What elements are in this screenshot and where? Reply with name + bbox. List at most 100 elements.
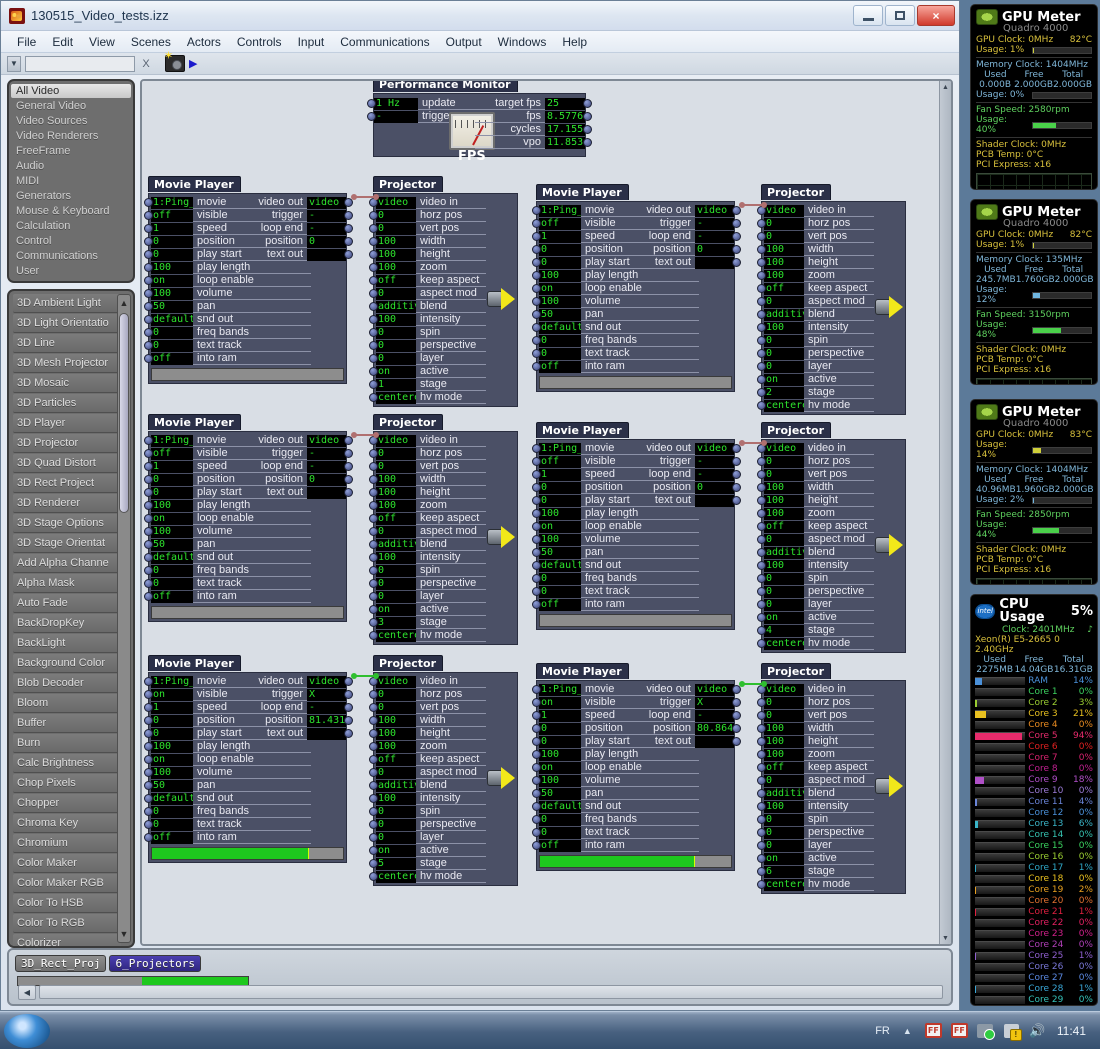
- parameter-value[interactable]: 5: [376, 857, 416, 870]
- parameter-value[interactable]: off: [151, 352, 193, 365]
- playback-progress-bar[interactable]: [539, 614, 732, 627]
- input-pin[interactable]: [369, 449, 378, 458]
- input-pin[interactable]: [144, 820, 153, 829]
- parameter-value[interactable]: video: [764, 442, 804, 455]
- parameter-value[interactable]: 100: [764, 800, 804, 813]
- parameter-value[interactable]: 0: [764, 334, 804, 347]
- menu-item-actors[interactable]: Actors: [179, 33, 229, 51]
- input-pin[interactable]: [367, 112, 376, 121]
- input-pin[interactable]: [144, 794, 153, 803]
- close-button[interactable]: ×: [917, 5, 955, 26]
- input-pin[interactable]: [757, 750, 766, 759]
- input-pin[interactable]: [369, 618, 378, 627]
- parameter-value[interactable]: 1: [151, 701, 193, 714]
- action-center-icon[interactable]: [1003, 1022, 1022, 1041]
- input-pin[interactable]: [532, 496, 541, 505]
- input-pin[interactable]: [369, 579, 378, 588]
- parameter-value[interactable]: 1:Ping_: [151, 434, 193, 447]
- menu-item-view[interactable]: View: [81, 33, 123, 51]
- parameter-value[interactable]: centere: [376, 870, 416, 883]
- category-item-video-sources[interactable]: Video Sources: [11, 114, 131, 128]
- maximize-button[interactable]: [885, 5, 915, 26]
- menu-item-edit[interactable]: Edit: [44, 33, 81, 51]
- input-pin[interactable]: [757, 776, 766, 785]
- search-input[interactable]: [25, 55, 135, 72]
- input-pin[interactable]: [369, 859, 378, 868]
- output-pin[interactable]: [732, 245, 741, 254]
- input-pin[interactable]: [757, 245, 766, 254]
- canvas-vertical-scrollbar[interactable]: ▲ ▼: [939, 81, 951, 944]
- scene-canvas[interactable]: Performance Monitor 1 Hz update - trigger FPS…: [142, 81, 951, 944]
- input-pin[interactable]: [144, 237, 153, 246]
- parameter-value[interactable]: 0: [539, 813, 581, 826]
- actor-item[interactable]: 3D Renderer: [13, 494, 121, 513]
- input-pin[interactable]: [757, 626, 766, 635]
- input-pin[interactable]: [757, 388, 766, 397]
- playback-progress-bar[interactable]: [151, 847, 344, 860]
- parameter-value[interactable]: 100: [539, 774, 581, 787]
- actor-item[interactable]: 3D Mesh Projector: [13, 354, 121, 373]
- start-button[interactable]: [4, 1014, 50, 1048]
- actor-item[interactable]: Alpha Mask: [13, 574, 121, 593]
- menu-item-controls[interactable]: Controls: [229, 33, 290, 51]
- output-pin[interactable]: [732, 737, 741, 746]
- parameter-value[interactable]: video: [764, 683, 804, 696]
- input-pin[interactable]: [757, 613, 766, 622]
- actor-item[interactable]: BackDropKey: [13, 614, 121, 633]
- output-pin[interactable]: [732, 711, 741, 720]
- input-pin[interactable]: [369, 690, 378, 699]
- parameter-value[interactable]: 1: [539, 709, 581, 722]
- parameter-value[interactable]: 0: [539, 572, 581, 585]
- parameter-value[interactable]: 50: [539, 308, 581, 321]
- parameter-value[interactable]: on: [764, 611, 804, 624]
- input-pin[interactable]: [757, 535, 766, 544]
- actor-item[interactable]: Color To RGB: [13, 914, 121, 933]
- input-pin[interactable]: [757, 828, 766, 837]
- input-pin[interactable]: [532, 685, 541, 694]
- parameter-value[interactable]: default: [539, 321, 581, 334]
- input-pin[interactable]: [369, 488, 378, 497]
- minimize-button[interactable]: [853, 5, 883, 26]
- parameter-value[interactable]: 0: [151, 714, 193, 727]
- input-pin[interactable]: [532, 815, 541, 824]
- actor-item[interactable]: Burn: [13, 734, 121, 753]
- parameter-value[interactable]: off: [151, 590, 193, 603]
- parameter-value[interactable]: 100: [764, 481, 804, 494]
- actor-item[interactable]: 3D Projector: [13, 434, 121, 453]
- actor-item[interactable]: Chroma Key: [13, 814, 121, 833]
- category-item-all-video[interactable]: All Video: [11, 84, 131, 98]
- input-pin[interactable]: [757, 284, 766, 293]
- parameter-value[interactable]: 100: [764, 494, 804, 507]
- menu-item-input[interactable]: Input: [290, 33, 333, 51]
- parameter-value[interactable]: centere: [764, 878, 804, 891]
- input-pin[interactable]: [532, 776, 541, 785]
- clear-search-button[interactable]: X: [139, 56, 153, 72]
- parameter-value[interactable]: 50: [539, 787, 581, 800]
- parameter-value[interactable]: 100: [539, 748, 581, 761]
- parameter-value[interactable]: 0: [151, 235, 193, 248]
- parameter-value[interactable]: 0: [151, 805, 193, 818]
- input-pin[interactable]: [532, 271, 541, 280]
- parameter-value[interactable]: 0: [376, 766, 416, 779]
- actor-item[interactable]: Auto Fade: [13, 594, 121, 613]
- parameter-value[interactable]: on: [539, 282, 581, 295]
- input-pin[interactable]: [369, 631, 378, 640]
- input-pin[interactable]: [144, 729, 153, 738]
- input-pin[interactable]: [144, 436, 153, 445]
- parameter-value[interactable]: 100: [764, 256, 804, 269]
- parameter-value[interactable]: 100: [539, 507, 581, 520]
- input-pin[interactable]: [369, 794, 378, 803]
- input-pin[interactable]: [369, 462, 378, 471]
- input-pin[interactable]: [757, 698, 766, 707]
- parameter-value[interactable]: 50: [151, 538, 193, 551]
- input-pin[interactable]: [144, 592, 153, 601]
- input-pin[interactable]: [144, 341, 153, 350]
- output-pin[interactable]: [732, 698, 741, 707]
- parameter-value[interactable]: 1: [376, 378, 416, 391]
- parameter-value[interactable]: 0: [539, 722, 581, 735]
- input-pin[interactable]: [757, 219, 766, 228]
- parameter-value[interactable]: 0: [376, 831, 416, 844]
- actor-item[interactable]: BackLight: [13, 634, 121, 653]
- parameter-value[interactable]: 50: [151, 779, 193, 792]
- parameter-value[interactable]: 0: [764, 455, 804, 468]
